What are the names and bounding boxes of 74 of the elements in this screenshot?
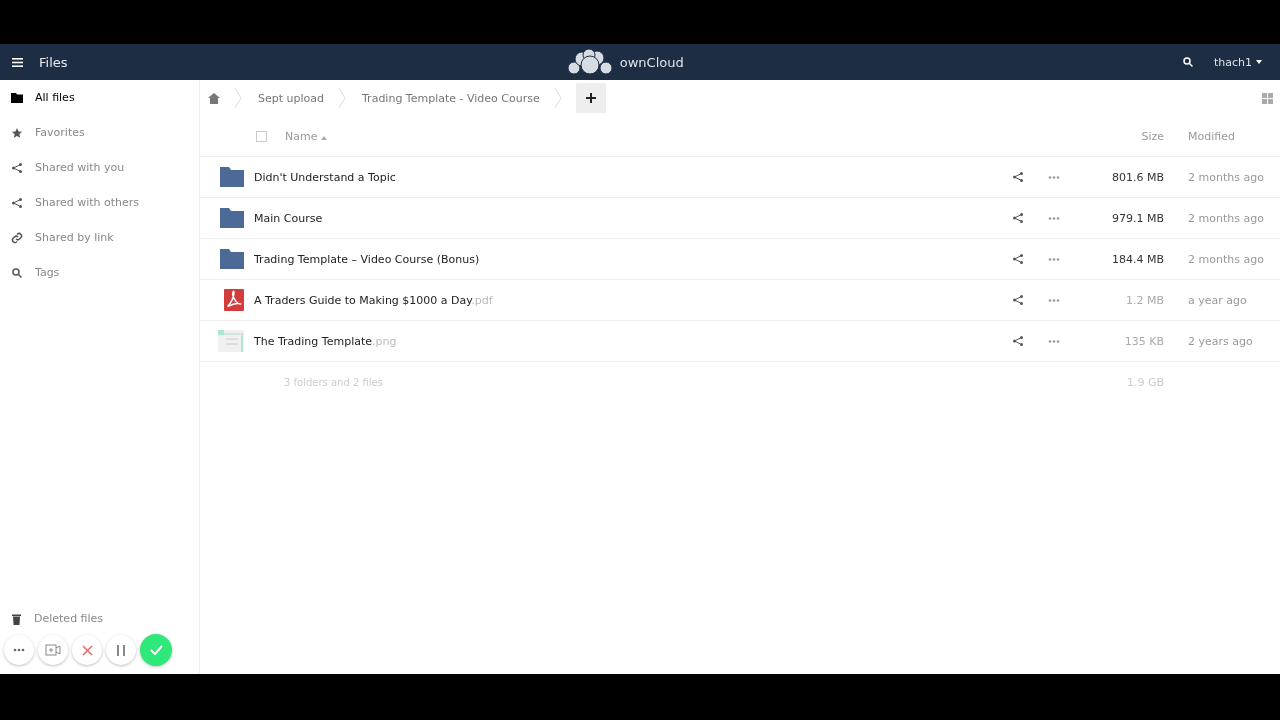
folder-icon — [220, 249, 244, 269]
sidebar-item[interactable]: Shared with you — [0, 150, 199, 185]
chevron-icon — [338, 87, 346, 109]
brand-name: ownCloud — [619, 54, 684, 70]
home-icon[interactable] — [208, 92, 220, 104]
more-icon[interactable] — [1048, 216, 1060, 220]
file-name[interactable]: Trading Template – Video Course (Bonus) — [254, 252, 1000, 266]
modified-date: 2 years ago — [1187, 334, 1254, 348]
sidebar-item[interactable]: All files — [0, 80, 199, 115]
sidebar-item[interactable]: Shared with others — [0, 185, 199, 220]
recorder-button[interactable] — [106, 635, 136, 665]
pause-icon — [117, 644, 125, 656]
menu-icon[interactable] — [12, 57, 23, 67]
recorder-button[interactable] — [72, 635, 102, 665]
sidebar-item[interactable]: Favorites — [0, 115, 199, 150]
breadcrumb[interactable]: Trading Template - Video Course — [348, 91, 554, 105]
file-name[interactable]: Main Course — [254, 211, 1000, 225]
file-name[interactable]: A Traders Guide to Making $1000 a Day.pdf — [254, 293, 1000, 307]
share-icon — [1012, 171, 1024, 183]
camera-icon — [45, 644, 61, 656]
plus-icon — [585, 93, 596, 103]
file-size: 801.6 MB — [1110, 170, 1164, 184]
column-header[interactable]: Name — [285, 129, 1072, 143]
sort-arrow-icon — [320, 135, 327, 140]
share-icon — [11, 161, 23, 174]
file-size: 135 KB — [1123, 334, 1164, 348]
select-all-checkbox[interactable] — [256, 130, 267, 142]
app-title: Files — [39, 54, 68, 70]
modified-date: 2 months ago — [1187, 170, 1265, 184]
more-icon[interactable] — [1048, 339, 1060, 343]
share-icon — [11, 196, 23, 209]
folder-icon — [220, 208, 244, 228]
file-size: 979.1 MB — [1110, 211, 1164, 225]
file-name[interactable]: The Trading Template.png — [254, 334, 1000, 348]
user-menu[interactable]: thach1 — [1207, 54, 1268, 70]
share-icon — [1012, 294, 1024, 306]
column-header[interactable]: Size — [1072, 129, 1164, 143]
modified-date: a year ago — [1187, 293, 1248, 307]
sidebar-item[interactable]: Shared by link — [0, 220, 199, 255]
more-icon[interactable] — [1048, 257, 1060, 261]
search-icon — [11, 266, 23, 279]
image-thumbnail-icon — [218, 330, 244, 352]
breadcrumb[interactable]: Sept upload — [244, 91, 338, 105]
close-icon — [81, 644, 93, 656]
recorder-button[interactable] — [140, 634, 172, 666]
recorder-button[interactable] — [38, 635, 68, 665]
link-icon — [11, 231, 23, 244]
file-size: 1.2 MB — [1124, 293, 1164, 307]
more-icon[interactable] — [1048, 298, 1060, 302]
sidebar-item[interactable]: Deleted files — [0, 601, 199, 636]
share-icon — [1012, 253, 1024, 265]
folder-icon — [220, 167, 244, 187]
search-icon — [1181, 56, 1194, 68]
trash-icon — [11, 612, 22, 625]
chevron-icon — [234, 87, 242, 109]
star-icon — [11, 126, 23, 139]
column-header[interactable]: Modified — [1164, 129, 1280, 143]
more-icon[interactable] — [1048, 175, 1060, 179]
modified-date: 2 months ago — [1187, 252, 1265, 266]
file-size: 184.4 MB — [1110, 252, 1164, 266]
share-icon — [1012, 335, 1024, 347]
grid-view-icon[interactable] — [1262, 92, 1273, 104]
more-icon — [13, 648, 25, 652]
share-icon — [1012, 212, 1024, 224]
check-icon — [149, 645, 163, 655]
sidebar-item[interactable]: Tags — [0, 255, 199, 290]
cloud-logo — [565, 48, 614, 76]
chevron-icon — [553, 87, 562, 109]
file-name[interactable]: Didn't Understand a Topic — [254, 170, 1000, 184]
folder-icon — [11, 92, 23, 103]
modified-date: 2 months ago — [1187, 211, 1265, 225]
caret-icon — [1256, 60, 1262, 64]
pdf-icon — [224, 289, 244, 311]
new-button[interactable] — [575, 83, 606, 113]
